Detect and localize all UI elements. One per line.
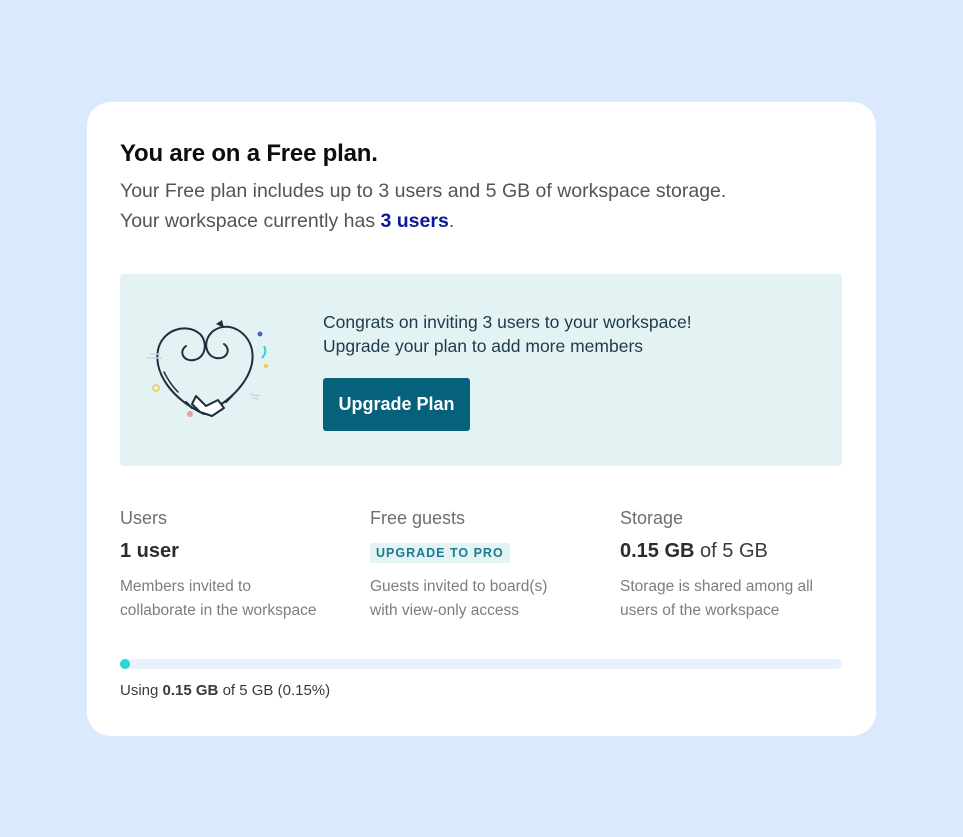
users-count: 1 user: [120, 540, 179, 562]
plan-description: Your Free plan includes up to 3 users an…: [120, 176, 726, 236]
guests-stat: Free guests UPGRADE TO PRO Guests invite…: [370, 508, 610, 623]
usage-suffix: of 5 GB (0.15%): [218, 682, 331, 699]
storage-value: 0.15 GB of 5 GB: [620, 540, 860, 566]
guests-label: Free guests: [370, 508, 466, 528]
storage-note: Storage is shared among all users of the…: [620, 575, 860, 623]
plan-description-line1: Your Free plan includes up to 3 users an…: [120, 180, 727, 202]
storage-stat: Storage 0.15 GB of 5 GB Storage is share…: [620, 508, 860, 623]
usage-used: 0.15 GB: [162, 682, 219, 699]
users-note-line2: collaborate in the workspace: [120, 602, 317, 619]
users-note: Members invited to collaborate in the wo…: [120, 575, 360, 623]
plan-title: You are on a Free plan.: [120, 140, 378, 167]
users-value: 1 user: [120, 540, 360, 566]
plan-card: You are on a Free plan. Your Free plan i…: [87, 102, 876, 736]
guests-note-line1: Guests invited to board(s): [370, 578, 548, 595]
guests-value: UPGRADE TO PRO: [370, 540, 610, 566]
usage-prefix: Using: [120, 682, 163, 699]
users-stat: Users 1 user Members invited to collabor…: [120, 508, 360, 623]
congrats-line1: Congrats on inviting 3 users to your wor…: [323, 312, 692, 332]
upgrade-plan-button[interactable]: Upgrade Plan: [323, 378, 470, 431]
guests-note: Guests invited to board(s) with view-onl…: [370, 575, 610, 623]
user-count-highlight: 3 users: [380, 210, 449, 232]
storage-total: of 5 GB: [694, 540, 768, 562]
plan-description-prefix: Your workspace currently has: [120, 210, 381, 232]
upgrade-to-pro-badge[interactable]: UPGRADE TO PRO: [370, 543, 510, 563]
storage-progress-fill: [120, 659, 130, 669]
storage-note-line1: Storage is shared among all: [620, 578, 814, 595]
users-label: Users: [120, 508, 168, 528]
storage-progress-bar: [120, 659, 842, 669]
storage-used: 0.15 GB: [620, 540, 695, 562]
storage-usage-text: Using 0.15 GB of 5 GB (0.15%): [120, 682, 330, 699]
plan-description-line2: Your workspace currently has 3 users.: [120, 206, 726, 236]
congrats-line2: Upgrade your plan to add more members: [323, 336, 644, 356]
congrats-message: Congrats on inviting 3 users to your wor…: [323, 310, 692, 358]
storage-note-line2: users of the workspace: [620, 602, 780, 619]
plan-description-suffix: .: [448, 210, 455, 232]
guests-note-line2: with view-only access: [370, 602, 520, 619]
storage-label: Storage: [620, 508, 684, 528]
users-note-line1: Members invited to: [120, 578, 251, 595]
heart-handshake-icon: [146, 320, 268, 417]
upgrade-banner: Congrats on inviting 3 users to your wor…: [120, 274, 842, 466]
